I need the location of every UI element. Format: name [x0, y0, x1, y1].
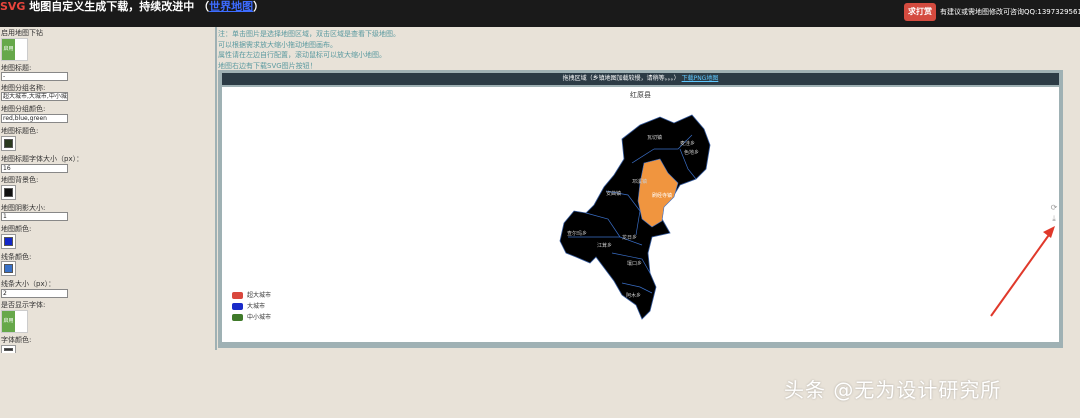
- legend-swatch: [232, 292, 243, 299]
- map-canvas[interactable]: 红原县 瓦切镇 麦洼乡 色地乡 邛溪镇 刷经寺镇 安曲镇 龙日乡 江茸乡 壤口乡…: [222, 87, 1059, 342]
- note-line: 属性请在左边自行配置，滚动鼠标可以放大缩小地图。: [218, 51, 386, 60]
- region-label: 江茸乡: [597, 242, 612, 249]
- bg-color-label: 地图背景色:: [1, 176, 39, 184]
- region-label: 龙日乡: [622, 234, 637, 241]
- refresh-icon[interactable]: ⟳: [1050, 204, 1058, 212]
- group-color-input[interactable]: red,blue,green: [1, 114, 68, 123]
- region-label: 瓦切镇: [647, 134, 662, 141]
- note-line: 可以根据需求放大缩小拖动地图画布。: [218, 40, 337, 49]
- contact-text: 有建议或需地图修改可咨询QQ:1397329561: [940, 8, 1080, 16]
- title-font-input[interactable]: 16: [1, 164, 68, 173]
- group-color-label: 地图分组颜色:: [1, 105, 46, 113]
- font-color-label: 字体颜色:: [1, 336, 32, 344]
- font-color-picker[interactable]: [1, 345, 16, 353]
- region-label: 邛溪镇: [632, 178, 647, 185]
- region-label: 壤口乡: [627, 260, 642, 267]
- line-color-swatch: [4, 264, 13, 273]
- title-color-picker[interactable]: [1, 136, 16, 151]
- panel-divider: [215, 27, 217, 350]
- legend-swatch: [232, 303, 243, 310]
- drilldown-toggle[interactable]: 启用: [1, 38, 28, 61]
- map-header-text: 拖拽区域（乡镇地图加载较慢，请稍等。。。）: [562, 75, 680, 82]
- map-header: 拖拽区域（乡镇地图加载较慢，请稍等。。。） 下载PNG地图: [222, 73, 1059, 85]
- svg-word: SVG: [0, 0, 26, 13]
- download-png-link[interactable]: 下载PNG地图: [682, 75, 719, 82]
- shadow-input[interactable]: 1: [1, 212, 68, 221]
- show-font-toggle[interactable]: 启用: [1, 310, 28, 333]
- title-tail: ）: [253, 0, 265, 13]
- region-label: 阿木乡: [626, 292, 641, 299]
- map-color-picker[interactable]: [1, 234, 16, 249]
- map-color-label: 地图颜色:: [1, 225, 32, 233]
- region-label: 查尔玛乡: [567, 230, 587, 237]
- group-name-input[interactable]: 超大城市,大城市,中小城: [1, 92, 68, 101]
- legend-swatch: [232, 314, 243, 321]
- title-text: 地图自定义生成下载，持续改进中 （: [25, 0, 210, 13]
- bg-color-swatch: [4, 188, 13, 197]
- bg-color-picker[interactable]: [1, 185, 16, 200]
- config-panel: 启用地图下钻 启用 地图标题: - 地图分组名称: 超大城市,大城市,中小城 地…: [0, 27, 215, 418]
- top-bar: SVG 地图自定义生成下载，持续改进中 （世界地图） 求打赏 有建议或需地图修改…: [0, 0, 1080, 27]
- tip-button[interactable]: 求打赏: [904, 3, 936, 21]
- region-label: 色地乡: [684, 149, 699, 156]
- font-color-swatch: [4, 348, 13, 351]
- line-color-picker[interactable]: [1, 261, 16, 276]
- page-title: SVG 地图自定义生成下载，持续改进中 （世界地图）: [0, 0, 264, 14]
- map-title-input[interactable]: -: [1, 72, 68, 81]
- map-color-swatch: [4, 237, 13, 246]
- region-label: 麦洼乡: [680, 140, 695, 147]
- usage-notes: 注：单击图片是选择地图区域，双击区域是查看下级地图。 可以根据需求放大缩小拖动地…: [218, 29, 400, 72]
- line-size-label: 线条大小（px）：: [1, 280, 56, 288]
- show-font-label: 是否显示字体:: [1, 301, 46, 309]
- title-font-label: 地图标题字体大小（px）：: [1, 155, 84, 163]
- title-color-swatch: [4, 139, 13, 148]
- drilldown-label: 启用地图下钻: [1, 29, 43, 37]
- note-line: 注：单击图片是选择地图区域，双击区域是查看下级地图。: [218, 30, 400, 38]
- world-map-link[interactable]: 世界地图: [209, 0, 253, 13]
- county-map[interactable]: 瓦切镇 麦洼乡 色地乡 邛溪镇 刷经寺镇 安曲镇 龙日乡 江茸乡 壤口乡 查尔玛…: [222, 87, 1059, 342]
- watermark: 头条 @无为设计研究所: [784, 378, 1002, 402]
- title-color-label: 地图标题色:: [1, 127, 39, 135]
- region-label: 安曲镇: [606, 190, 621, 197]
- region-label: 刷经寺镇: [652, 192, 672, 199]
- annotation-arrow: [990, 226, 1055, 317]
- line-size-input[interactable]: 2: [1, 289, 68, 298]
